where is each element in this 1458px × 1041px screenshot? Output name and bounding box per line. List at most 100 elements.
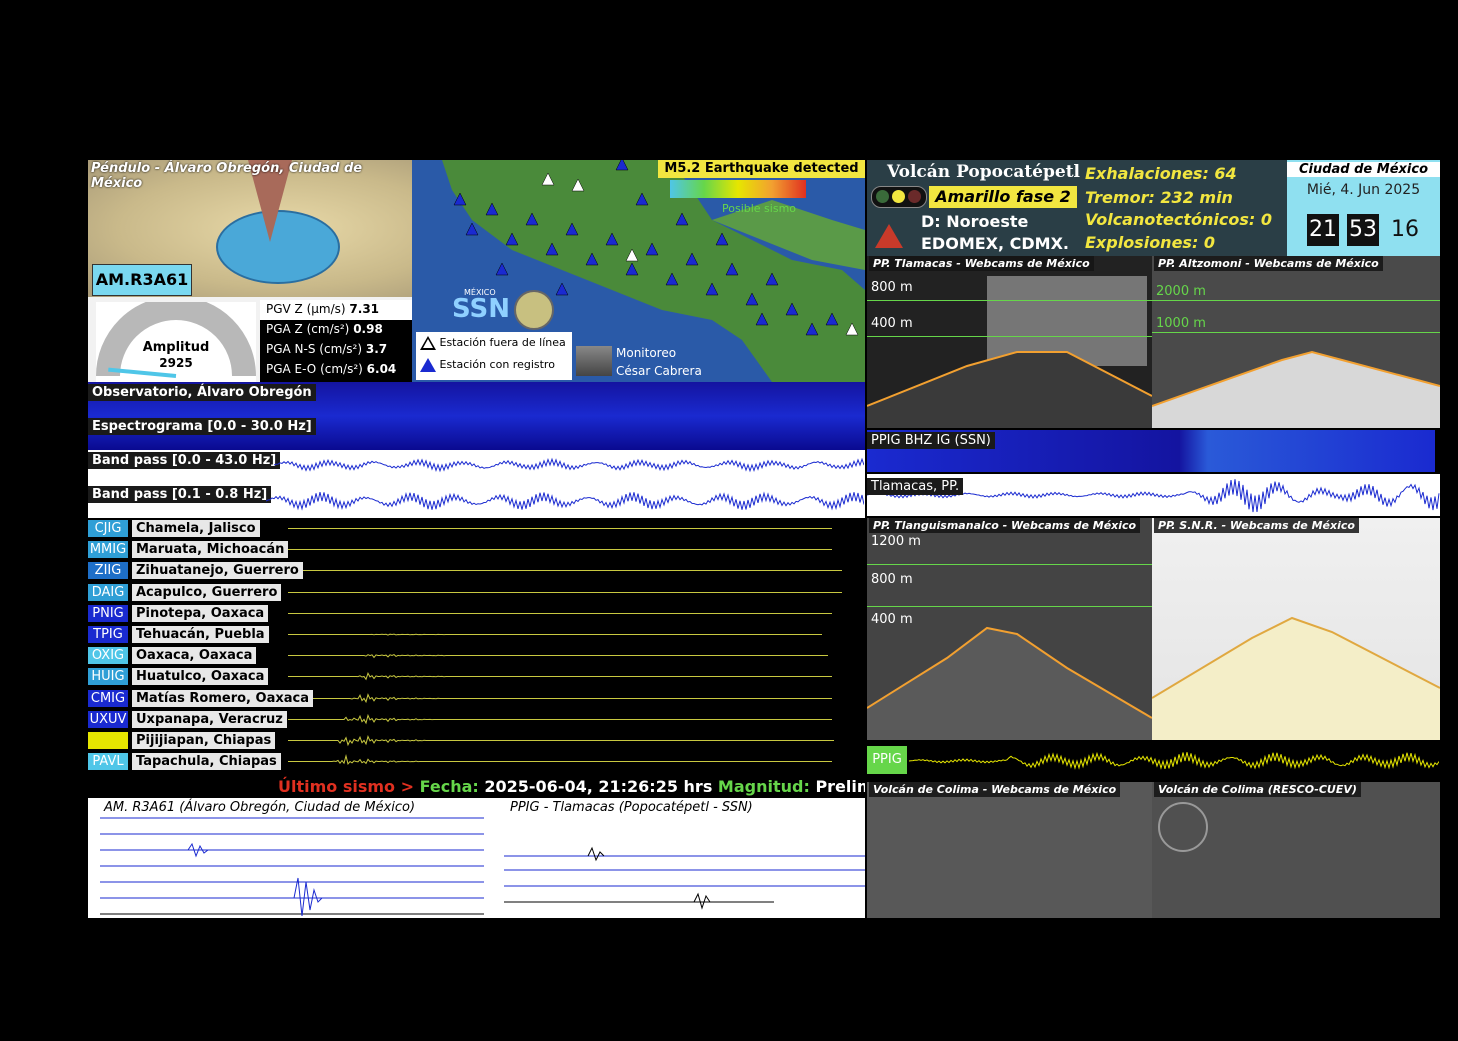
station-name: Acapulco, Guerrero	[132, 583, 282, 601]
exhalaciones: Exhalaciones: 64	[1085, 164, 1237, 183]
altzomoni-title: PP. Altzomoni - Webcams de México	[1154, 256, 1383, 271]
clock-hh: 21	[1307, 214, 1339, 246]
tlamacas-title: PP. Tlamacas - Webcams de México	[869, 256, 1094, 271]
station-row: CMIG Matías Romero, Oaxaca	[88, 688, 865, 709]
colima2-title: Volcán de Colima (RESCO-CUEV)	[1154, 782, 1361, 797]
mag-value: Preliminar: M	[815, 777, 865, 796]
observatory-title: Observatorio, Álvaro Obregón	[88, 384, 316, 401]
pendulum-title: Péndulo - Álvaro Obregón, Ciudad de Méxi…	[91, 161, 363, 191]
station-name: Chamela, Jalisco	[132, 520, 260, 537]
traffic-light	[871, 186, 927, 208]
station-name: Huatulco, Oaxaca	[132, 668, 269, 686]
alt-1200: 1200 m	[871, 534, 921, 549]
webcam-snr[interactable]: PP. S.N.R. - Webcams de México	[1152, 518, 1440, 740]
volcanotectonicos: Volcanotectónicos: 0	[1085, 210, 1272, 229]
clock-ss: 16	[1391, 217, 1419, 242]
station-name: Uxpanapa, Veracruz	[132, 710, 287, 728]
pga-z-label: PGA Z (cm/s²)	[266, 322, 350, 336]
station-row: OXIG Oaxaca, Oaxaca	[88, 645, 865, 666]
bandpass1-label: Band pass [0.0 - 43.0 Hz]	[88, 452, 281, 469]
colima1-title: Volcán de Colima - Webcams de México	[869, 782, 1121, 797]
region: EDOMEX, CDMX.	[921, 234, 1070, 253]
station-code: OXIG	[88, 647, 128, 665]
volcano-title: Volcán Popocatépetl	[887, 162, 1081, 182]
pga-eo-value: 6.04	[366, 362, 397, 376]
station-name: Pijijiapan, Chiapas	[132, 732, 276, 749]
alt-800: 800 m	[871, 280, 913, 295]
posible-sismo-label: Posible sismo	[722, 202, 797, 215]
station-code: HUIG	[88, 668, 128, 686]
green-light-icon	[876, 190, 889, 203]
alt-400: 400 m	[871, 316, 913, 331]
online-triangle-icon	[420, 358, 436, 372]
tlanguismanalco-mountain	[867, 626, 1152, 740]
bottom-left-seismogram: AM. R3A61 (Álvaro Obregón, Ciudad de Méx…	[88, 798, 504, 918]
volcano-header: Volcán Popocatépetl Amarillo fase 2 D: N…	[867, 160, 1287, 256]
station-row: CJIG Chamela, Jalisco	[88, 518, 865, 539]
clock-panel: Ciudad de México Mié, 4. Jun 2025 21 53 …	[1287, 160, 1440, 256]
stations-panel: CJIG Chamela, Jalisco MMIG Maruata, Michoac…	[88, 518, 865, 776]
station-code: UXUV	[88, 710, 128, 728]
station-row: PAVL Tapachula, Chiapas	[88, 751, 865, 772]
tlamacas-label: Tlamacas, PP.	[867, 478, 964, 495]
clock-mm: 53	[1347, 214, 1379, 246]
webcam-colima-resco[interactable]: Volcán de Colima (RESCO-CUEV)	[1152, 782, 1440, 918]
ssn-logo: MÉXICO SSN	[422, 288, 572, 330]
altzomoni-mountain	[1152, 350, 1440, 428]
station-name: Tapachula, Chiapas	[132, 753, 281, 771]
amplitude-gauge: Amplitud 2925	[96, 296, 256, 382]
volcano-icon	[875, 224, 903, 248]
station-code: MMIG	[88, 541, 128, 559]
explosiones: Explosiones: 0	[1085, 233, 1216, 252]
seismic-map: M5.2 Earthquake detected Posible sismo M…	[412, 160, 865, 382]
red-light-icon	[908, 190, 921, 203]
station-name: Oaxaca, Oaxaca	[132, 647, 257, 665]
pga-table: PGV Z (μm/s) 7.31 PGA Z (cm/s²) 0.98 PGA…	[260, 300, 412, 382]
snr-title: PP. S.N.R. - Webcams de México	[1154, 518, 1359, 533]
webcam-tlanguismanalco[interactable]: 1200 m 800 m 400 m PP. Tlanguismanalco -…	[867, 518, 1152, 740]
bottom-right-seismogram: PPIG - Tlamacas (Popocatépetl - SSN)	[504, 798, 865, 918]
webcam-altzomoni[interactable]: 2000 m 1000 m PP. Altzomoni - Webcams de…	[1152, 256, 1440, 428]
station-name: Pinotepa, Oaxaca	[132, 604, 269, 622]
station-code: CJIG	[88, 520, 128, 537]
station-row: UXUV Uxpanapa, Veracruz	[88, 709, 865, 730]
station-code: TPIG	[88, 626, 128, 643]
bottom-left-traces	[100, 817, 484, 917]
monitor-line1: Monitoreo	[616, 346, 677, 360]
offline-triangle-icon	[420, 336, 436, 350]
pendulum-panel: Péndulo - Álvaro Obregón, Ciudad de Méxi…	[88, 160, 412, 382]
station-row: TPIG Tehuacán, Puebla	[88, 624, 865, 645]
clock-date: Mié, 4. Jun 2025	[1306, 182, 1421, 198]
station-code: PNIG	[88, 604, 128, 622]
alt-2000: 2000 m	[1156, 284, 1206, 299]
bandpass2-trace	[266, 491, 864, 511]
gauge-label: Amplitud	[142, 340, 210, 355]
alt-800b: 800 m	[871, 572, 913, 587]
monitor-line2: César Cabrera	[616, 364, 702, 378]
legend-offline: Estación fuera de línea	[439, 336, 566, 349]
ppig-label: PPIG	[867, 746, 907, 774]
tremor: Tremor: 232 min	[1085, 188, 1233, 207]
ppig-bhz-label: PPIG BHZ IG (SSN)	[867, 432, 995, 449]
station-code	[88, 732, 128, 749]
gauge-value: 2925	[159, 356, 193, 370]
station-row: PNIG Pinotepa, Oaxaca	[88, 603, 865, 624]
station-marker-icon	[465, 222, 479, 236]
station-row: MMIG Maruata, Michoacán	[88, 539, 865, 560]
quake-alert: M5.2 Earthquake detected	[658, 160, 865, 178]
station-name: Maruata, Michoacán	[132, 541, 289, 559]
webcam-colima[interactable]: Volcán de Colima - Webcams de México	[867, 782, 1152, 918]
ppig-trace-panel: PPIG	[867, 742, 1440, 780]
pga-ns-value: 3.7	[365, 342, 388, 356]
webcam-tlamacas[interactable]: 800 m 400 m PP. Tlamacas - Webcams de Mé…	[867, 256, 1152, 428]
university-seal-icon	[1158, 802, 1208, 852]
direction: D: Noroeste	[921, 212, 1029, 231]
station-row: DAIG Acapulco, Guerrero	[88, 582, 865, 603]
intensity-scale	[670, 180, 806, 198]
station-name: Matías Romero, Oaxaca	[132, 689, 313, 707]
station-row: HUIG Huatulco, Oaxaca	[88, 666, 865, 687]
fecha-value: 2025-06-04, 21:26:25 hrs	[484, 777, 713, 796]
legend-online: Estación con registro	[439, 358, 555, 371]
bandpass1-trace	[274, 457, 864, 473]
station-marker-icon	[495, 262, 509, 276]
